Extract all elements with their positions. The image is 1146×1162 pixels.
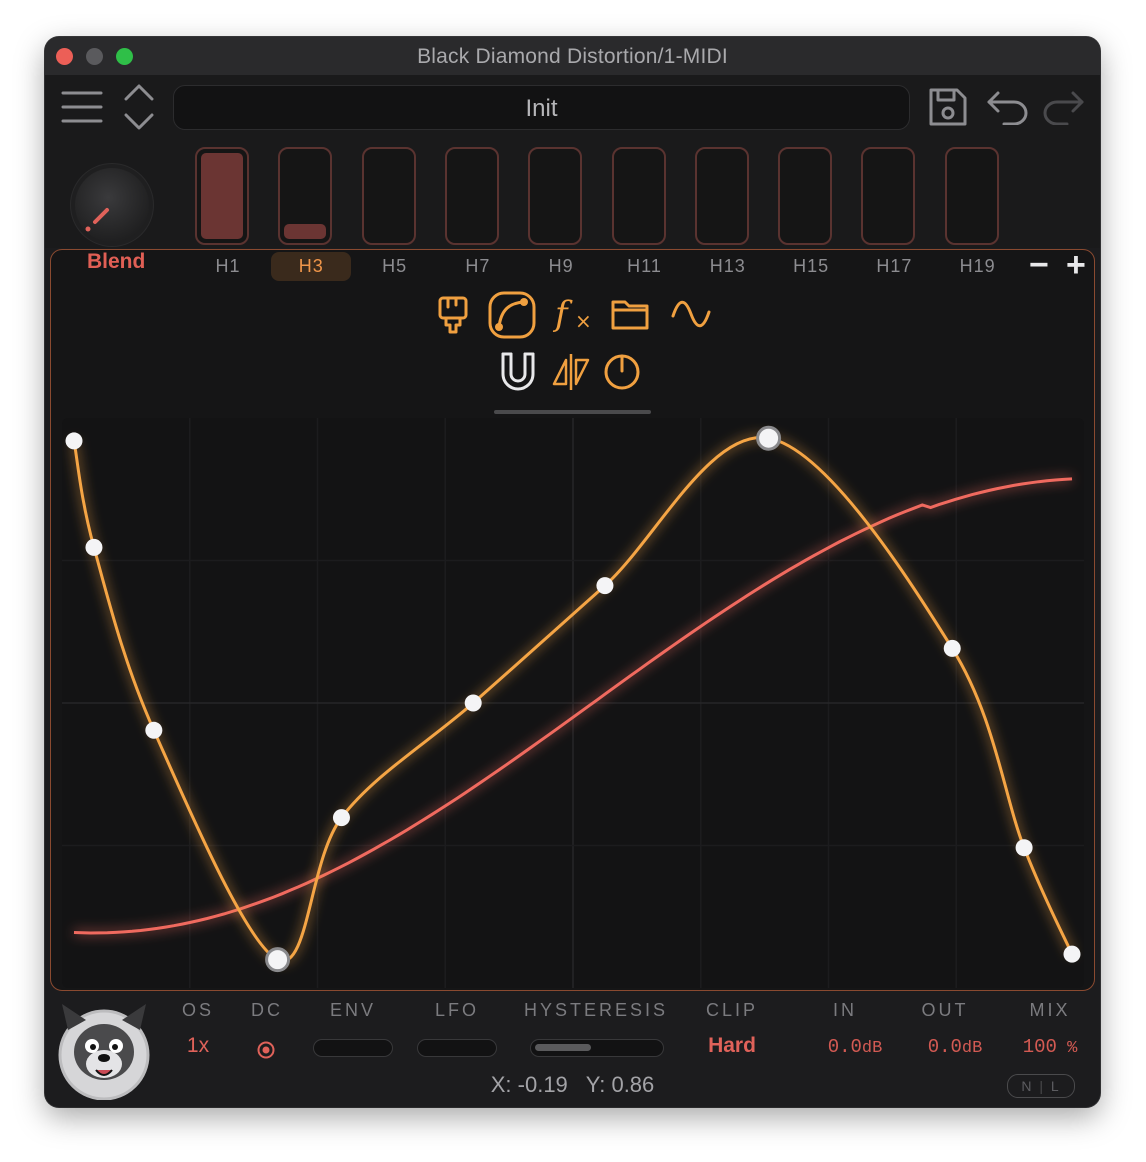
- harmonic-slider-h11[interactable]: [611, 147, 666, 245]
- x-value: -0.19: [517, 1072, 568, 1097]
- blend-label: Blend: [87, 250, 146, 273]
- curve-control-point[interactable]: [756, 425, 782, 451]
- harmonic-slider-h9[interactable]: [528, 147, 583, 245]
- transfer-curve-graph[interactable]: [62, 418, 1084, 988]
- harmonic-tab-h11[interactable]: H11: [605, 256, 685, 277]
- harmonic-slider-h7[interactable]: [444, 147, 499, 245]
- brush-icon[interactable]: [436, 295, 470, 335]
- harmonic-slider-h15[interactable]: [778, 147, 833, 245]
- harmonic-tab-h19[interactable]: H19: [938, 256, 1018, 277]
- sine-wave-icon[interactable]: [670, 300, 712, 328]
- nl-toggle-l: L: [1050, 1078, 1061, 1094]
- bottom-controls: OS 1x DC ENV LFO HYSTERESIS CLIP Hard IN…: [45, 992, 1100, 1107]
- lfo-slider[interactable]: [417, 1039, 497, 1057]
- harmonic-tab-h17[interactable]: H17: [854, 256, 934, 277]
- x-label: X:: [490, 1072, 512, 1097]
- y-value: 0.86: [611, 1072, 655, 1097]
- redo-icon[interactable]: [1041, 89, 1085, 125]
- preset-selector[interactable]: Init: [173, 85, 910, 130]
- mix-value[interactable]: 100 %: [1015, 1036, 1085, 1058]
- in-value[interactable]: 0.0dB: [815, 1036, 895, 1058]
- preset-up-down-icon[interactable]: [123, 83, 155, 131]
- harmonic-tab-h3[interactable]: H3: [271, 252, 352, 281]
- blend-knob[interactable]: [75, 168, 149, 242]
- undo-icon[interactable]: [986, 89, 1030, 125]
- hysteresis-slider[interactable]: [530, 1039, 664, 1057]
- harmonic-tab-h7[interactable]: H7: [438, 256, 518, 277]
- curve-editor-panel: Blend H1 H3 H5 H7 H9 H11 H13 H15 H17 H19 − + f ×: [50, 248, 1095, 991]
- y-label: Y:: [585, 1072, 606, 1097]
- clip-label: CLIP: [705, 1000, 759, 1020]
- function-icon[interactable]: f ×: [551, 292, 595, 336]
- harmonic-slider-h3[interactable]: [278, 147, 333, 245]
- curve-control-point[interactable]: [65, 432, 83, 450]
- window-title: Black Diamond Distortion/1-MIDI: [417, 45, 728, 68]
- harmonic-level-fill: [201, 153, 243, 239]
- curve-control-point[interactable]: [943, 639, 961, 657]
- power-icon[interactable]: [602, 351, 642, 391]
- menu-icon[interactable]: [61, 89, 103, 125]
- nl-toggle[interactable]: N | L: [1007, 1074, 1075, 1098]
- mirror-icon[interactable]: [550, 352, 592, 392]
- curve-control-point[interactable]: [85, 538, 103, 556]
- remove-harmonic-button[interactable]: −: [1029, 248, 1049, 282]
- graph-grid: [62, 418, 1084, 988]
- add-harmonic-button[interactable]: +: [1066, 248, 1086, 282]
- curve-control-point[interactable]: [464, 694, 482, 712]
- harmonic-tab-h13[interactable]: H13: [688, 256, 768, 277]
- title-bar: Black Diamond Distortion/1-MIDI: [45, 37, 1100, 76]
- harmonic-tab-h1[interactable]: H1: [188, 256, 268, 277]
- mix-label: MIX: [1029, 1000, 1071, 1020]
- function-icon-f: f: [552, 294, 573, 334]
- harmonic-slider-h17[interactable]: [861, 147, 916, 245]
- in-label: IN: [833, 1000, 857, 1020]
- env-label: ENV: [329, 1000, 376, 1020]
- os-value[interactable]: 1x: [173, 1034, 223, 1058]
- hysteresis-label: HYSTERESIS: [523, 1000, 669, 1020]
- toolbar: Init: [45, 75, 1100, 138]
- harmonic-slider-h13[interactable]: [694, 147, 749, 245]
- cursor-readout: X: -0.19 Y: 0.86: [45, 1072, 1100, 1098]
- folder-icon[interactable]: [610, 296, 650, 332]
- curve-control-point[interactable]: [145, 721, 163, 739]
- nl-toggle-n: N: [1021, 1078, 1034, 1094]
- os-label: OS: [181, 1000, 214, 1020]
- clip-value[interactable]: Hard: [695, 1034, 769, 1058]
- env-slider[interactable]: [313, 1039, 393, 1057]
- panel-divider: [494, 410, 651, 414]
- harmonic-tab-h15[interactable]: H15: [771, 256, 851, 277]
- out-label: OUT: [921, 1000, 969, 1020]
- lfo-label: LFO: [434, 1000, 479, 1020]
- curve-control-point[interactable]: [332, 809, 350, 827]
- curve-edit-icon[interactable]: [487, 290, 537, 340]
- dc-label: DC: [251, 1000, 283, 1020]
- hysteresis-slider-fill: [535, 1044, 591, 1051]
- curve-control-point[interactable]: [1063, 945, 1081, 963]
- harmonic-tab-h5[interactable]: H5: [355, 256, 435, 277]
- function-icon-x: ×: [575, 309, 592, 333]
- curve-control-point[interactable]: [596, 577, 614, 595]
- out-value[interactable]: 0.0dB: [915, 1036, 995, 1058]
- plugin-window: Black Diamond Distortion/1-MIDI Init Ble…: [45, 37, 1100, 1107]
- harmonic-slider-h1[interactable]: [195, 147, 249, 245]
- harmonic-level-fill: [284, 224, 327, 239]
- harmonic-tab-h9[interactable]: H9: [521, 256, 601, 277]
- magnet-icon[interactable]: [498, 350, 538, 392]
- save-icon[interactable]: [927, 86, 969, 128]
- harmonic-slider-h19[interactable]: [944, 147, 999, 245]
- harmonics-area: [45, 138, 1100, 248]
- preset-name: Init: [525, 95, 558, 122]
- curve-control-point[interactable]: [1015, 839, 1033, 857]
- curve-control-point[interactable]: [265, 947, 291, 973]
- harmonic-slider-h5[interactable]: [361, 147, 416, 245]
- dc-toggle[interactable]: [257, 1041, 275, 1059]
